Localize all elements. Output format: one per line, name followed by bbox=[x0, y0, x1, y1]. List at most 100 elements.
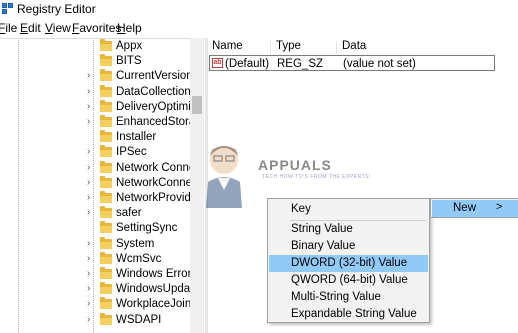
tree-item[interactable]: › WindowsUpdate bbox=[0, 282, 190, 297]
tree-item[interactable]: › Windows Error Re bbox=[0, 267, 190, 282]
expand-chevron-icon[interactable]: › bbox=[87, 116, 95, 127]
tree-item[interactable]: › WSDAPI bbox=[0, 312, 190, 328]
parent-context-menu: New > bbox=[430, 198, 518, 218]
folder-icon bbox=[100, 312, 112, 325]
tree-item-label: safer bbox=[116, 207, 142, 220]
menu-item-binary-value[interactable]: Binary Value bbox=[269, 238, 428, 255]
expand-chevron-icon[interactable]: › bbox=[87, 86, 95, 97]
menu-file[interactable]: File bbox=[0, 21, 17, 35]
tree-item-label: NetworkConnecti bbox=[116, 176, 190, 189]
expand-chevron-icon[interactable]: › bbox=[87, 162, 95, 173]
tree-item[interactable]: › Network Connect bbox=[0, 160, 190, 176]
menu-item-dword-value[interactable]: DWORD (32-bit) Value bbox=[269, 255, 428, 272]
menu-help[interactable]: Help bbox=[117, 21, 142, 35]
tree-item[interactable]: › DeliveryOptimiza bbox=[0, 99, 190, 115]
expand-chevron-icon[interactable]: › bbox=[87, 101, 95, 112]
menu-item-key[interactable]: Key bbox=[269, 201, 428, 218]
column-header-name[interactable]: Name bbox=[212, 40, 243, 52]
folder-icon bbox=[100, 69, 112, 82]
tree-item[interactable]: Appx bbox=[0, 39, 190, 54]
menu-item-multi-string-value[interactable]: Multi-String Value bbox=[269, 289, 428, 306]
scrollbar-thumb[interactable] bbox=[192, 96, 202, 114]
tree-item-label: WindowsUpdate bbox=[116, 283, 190, 296]
tree-item[interactable]: › NetworkProvider bbox=[0, 191, 190, 206]
tree-item[interactable]: › safer bbox=[0, 206, 190, 221]
tree-item[interactable]: › WorkplaceJoin bbox=[0, 297, 190, 312]
expand-chevron-icon[interactable]: › bbox=[87, 253, 95, 264]
tree-item-label: Windows Error Re bbox=[116, 268, 190, 280]
column-divider bbox=[270, 41, 271, 54]
tree-item-label: Network Connect bbox=[116, 161, 190, 174]
tree-item-label: WSDAPI bbox=[116, 313, 162, 326]
folder-icon bbox=[100, 267, 112, 279]
folder-icon bbox=[100, 191, 112, 203]
tree-item-label: DeliveryOptimiza bbox=[116, 100, 190, 113]
tree-item[interactable]: › IPSec bbox=[0, 145, 190, 160]
folder-icon bbox=[100, 115, 112, 127]
tree-item-label: WorkplaceJoin bbox=[116, 298, 190, 311]
title-bar: Registry Editor bbox=[0, 0, 518, 18]
tree-item-label: DataCollection bbox=[116, 85, 190, 98]
tree-item-label: NetworkProvider bbox=[116, 192, 190, 204]
tree-item-label: WcmSvc bbox=[116, 252, 162, 265]
tree-item-label: BITS bbox=[116, 55, 142, 68]
folder-icon bbox=[100, 221, 112, 234]
tree-item-label: IPSec bbox=[116, 146, 147, 159]
tree-item[interactable]: SettingSync bbox=[0, 221, 190, 236]
folder-icon bbox=[100, 297, 112, 310]
column-header-data[interactable]: Data bbox=[342, 40, 366, 52]
tree-item-label: SettingSync bbox=[116, 222, 178, 235]
new-submenu: Key String Value Binary Value DWORD (32-… bbox=[267, 198, 430, 323]
tree-item-label: Installer bbox=[116, 131, 157, 144]
watermark-text: APPUALS bbox=[258, 157, 332, 173]
tree-item[interactable]: Installer bbox=[0, 130, 190, 145]
expand-chevron-icon[interactable]: › bbox=[87, 146, 95, 157]
expand-chevron-icon[interactable]: › bbox=[87, 314, 95, 325]
chevron-right-icon: > bbox=[496, 201, 503, 213]
tree-item-label: EnhancedStorage bbox=[116, 116, 190, 128]
folder-icon bbox=[100, 236, 112, 249]
value-type: REG_SZ bbox=[277, 58, 324, 70]
folder-icon bbox=[100, 130, 112, 143]
watermark-subtext: TECH HOW-TO'S FROM THE EXPERTS! bbox=[262, 174, 371, 180]
folder-icon bbox=[100, 39, 112, 51]
tree-item[interactable]: BITS bbox=[0, 54, 190, 69]
value-data: (value not set) bbox=[343, 58, 416, 70]
menu-item-new[interactable]: New > bbox=[432, 200, 518, 217]
menu-view[interactable]: View bbox=[45, 21, 71, 35]
expand-chevron-icon[interactable]: › bbox=[87, 207, 95, 218]
expand-chevron-icon[interactable]: › bbox=[87, 268, 95, 279]
expand-chevron-icon[interactable]: › bbox=[87, 192, 95, 203]
expand-chevron-icon[interactable]: › bbox=[87, 70, 95, 81]
tree-item[interactable]: › CurrentVersion bbox=[0, 69, 190, 84]
column-divider bbox=[336, 41, 337, 54]
tree-item[interactable]: › DataCollection bbox=[0, 84, 190, 100]
registry-icon bbox=[2, 3, 14, 15]
tree-item[interactable]: › System bbox=[0, 236, 190, 252]
window-title: Registry Editor bbox=[17, 2, 96, 16]
tree-item[interactable]: › NetworkConnecti bbox=[0, 175, 190, 191]
menu-item-qword-value[interactable]: QWORD (64-bit) Value bbox=[269, 272, 428, 289]
folder-icon bbox=[100, 84, 112, 97]
folder-icon bbox=[100, 99, 112, 112]
expand-chevron-icon[interactable]: › bbox=[87, 238, 95, 249]
folder-icon bbox=[100, 175, 112, 188]
tree-item-label: System bbox=[116, 237, 155, 250]
expand-chevron-icon[interactable]: › bbox=[87, 283, 95, 294]
tree-item[interactable]: › EnhancedStorage bbox=[0, 115, 190, 130]
value-row-default[interactable]: ab (Default) REG_SZ (value not set) bbox=[209, 55, 495, 71]
menu-item-expandable-string-value[interactable]: Expandable String Value bbox=[269, 306, 428, 323]
folder-icon bbox=[100, 282, 112, 295]
menu-item-string-value[interactable]: String Value bbox=[269, 221, 428, 238]
folder-icon bbox=[100, 206, 112, 219]
expand-chevron-icon[interactable]: › bbox=[87, 177, 95, 188]
expand-chevron-icon[interactable]: › bbox=[87, 298, 95, 309]
tree-item[interactable]: › WcmSvc bbox=[0, 251, 190, 267]
tree-item-label: Appx bbox=[116, 40, 143, 52]
menu-edit[interactable]: Edit bbox=[20, 21, 41, 35]
menu-favorites[interactable]: Favorites bbox=[72, 21, 121, 35]
string-value-icon: ab bbox=[212, 58, 223, 68]
folder-icon bbox=[100, 145, 112, 158]
column-header-type[interactable]: Type bbox=[276, 40, 301, 52]
folder-icon bbox=[100, 54, 112, 67]
